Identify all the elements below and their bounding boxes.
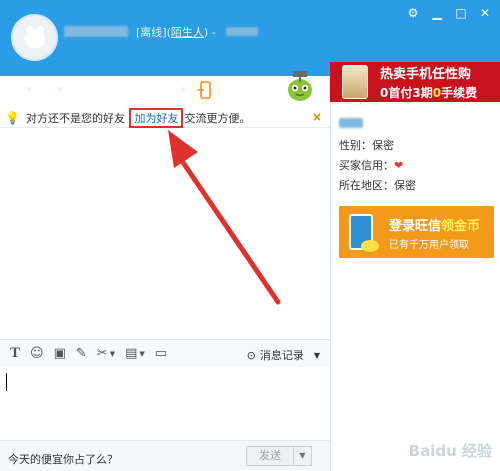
- heart-icon: ❤: [394, 159, 404, 172]
- edit-icon[interactable]: ✎: [76, 346, 87, 361]
- maximize-icon[interactable]: □: [454, 6, 468, 20]
- minimize-icon[interactable]: ▁: [430, 6, 444, 20]
- video-button[interactable]: [75, 81, 91, 99]
- status-text: [离线](: [136, 26, 171, 39]
- region-info: 所在地区：保密: [339, 179, 416, 192]
- credit-info: 买家信用：❤: [339, 157, 403, 173]
- contact-avatar[interactable]: [11, 14, 58, 61]
- add-contact-button[interactable]: [103, 81, 121, 99]
- contact-status: [离线](陌生人) -: [136, 24, 216, 40]
- contact-name-blurred: [64, 26, 128, 37]
- side-ad-line1-highlight: 领金币: [441, 219, 481, 234]
- avatar-face-icon: [25, 30, 45, 48]
- promo-banner-side[interactable]: 登录旺信领金币 已有千万用户领取: [339, 206, 494, 258]
- microphone-icon: [43, 83, 56, 97]
- chevron-down-icon: ▼: [139, 349, 145, 358]
- close-icon[interactable]: ×: [312, 110, 322, 124]
- annotation-arrow: [168, 130, 281, 305]
- file-transfer-icon: [8, 85, 22, 97]
- promo-line2-highlight: 0: [432, 86, 442, 100]
- history-label: 消息记录: [259, 349, 304, 362]
- notice-text-before: 对方还不是您的好友: [25, 111, 125, 125]
- coins-image: [361, 240, 379, 252]
- send-options-button[interactable]: ▼: [294, 446, 312, 466]
- message-input[interactable]: [0, 367, 330, 440]
- close-icon[interactable]: ✕: [478, 6, 492, 20]
- emoji-icon[interactable]: ☺: [30, 346, 44, 361]
- promo-line2: 0首付3期0手续费: [380, 84, 477, 101]
- chat-toolbar: ▼ ▼ ▼: [8, 80, 212, 100]
- send-button[interactable]: 发送: [246, 446, 294, 466]
- credit-label: 买家信用：: [339, 159, 394, 172]
- bottom-bar: 今天的便宜你占了么？ 发送 ▼: [0, 440, 330, 471]
- video-icon: [75, 82, 91, 98]
- stranger-label[interactable]: 陌生人: [171, 26, 204, 39]
- side-ad-line1-prefix: 登录旺信: [389, 219, 442, 234]
- side-ad-line1: 登录旺信领金币: [389, 215, 480, 234]
- screen-share-icon: [133, 83, 149, 98]
- seller-name-blurred: [339, 118, 363, 128]
- bottom-hint[interactable]: 今天的便宜你占了么？: [8, 451, 118, 467]
- chevron-down-icon[interactable]: ▼: [314, 351, 320, 360]
- promo-line1: 热卖手机任性购: [380, 67, 472, 82]
- contact-id-blurred: [226, 27, 258, 36]
- contact-info-panel: 性别：保密 买家信用：❤ 所在地区：保密 登录旺信领金币 已有千万用户领取 Ba…: [330, 102, 500, 471]
- promo-banner-text: 热卖手机任性购 0首付3期0手续费: [380, 63, 477, 101]
- robot-icon: [160, 83, 179, 98]
- input-toolbar: T ☺ ▣ ✎ ✂ ▼ ▤ ▼ ▭ ⊙ 消息记录 ▼: [0, 339, 330, 367]
- text-caret: [6, 373, 7, 391]
- phone-image: [342, 65, 368, 99]
- screenshot-icon[interactable]: ✂ ▼: [97, 346, 115, 361]
- image-icon[interactable]: ▣: [54, 346, 66, 361]
- font-icon[interactable]: T: [10, 345, 20, 362]
- chevron-down-icon: ▼: [180, 86, 187, 94]
- lightbulb-icon: 💡: [5, 110, 20, 125]
- watermark: Baidu 经验: [408, 442, 492, 460]
- mascot-icon[interactable]: [283, 68, 317, 102]
- file-transfer-button[interactable]: ▼: [8, 81, 31, 99]
- promo-line2-prefix: 0首付3期: [380, 86, 433, 100]
- mobile-icon: [198, 81, 211, 99]
- settings-icon[interactable]: ⚙: [406, 6, 420, 20]
- chevron-down-icon: ▼: [26, 86, 32, 94]
- calculator-icon[interactable]: ▤ ▼: [125, 346, 145, 361]
- screen-share-button[interactable]: [133, 81, 149, 99]
- mobile-button[interactable]: [198, 81, 212, 99]
- promo-banner-top[interactable]: 热卖手机任性购 0首付3期0手续费: [330, 62, 500, 102]
- message-history-button[interactable]: ⊙ 消息记录 ▼: [247, 347, 320, 363]
- screen-icon[interactable]: ▭: [155, 346, 167, 361]
- add-contact-icon: [103, 82, 121, 98]
- window-controls: ⚙ ▁ □ ✕: [406, 6, 492, 20]
- voice-button[interactable]: ▼: [43, 81, 63, 99]
- promo-line2-suffix: 手续费: [441, 86, 478, 100]
- status-suffix: ) -: [203, 26, 216, 39]
- chevron-down-icon: ▼: [109, 349, 116, 358]
- side-ad-line2: 已有千万用户领取: [389, 240, 469, 251]
- chevron-down-icon: ▼: [57, 86, 63, 94]
- history-icon: ⊙: [246, 348, 256, 362]
- gender-info: 性别：保密: [339, 139, 394, 152]
- robot-button[interactable]: ▼: [160, 81, 187, 99]
